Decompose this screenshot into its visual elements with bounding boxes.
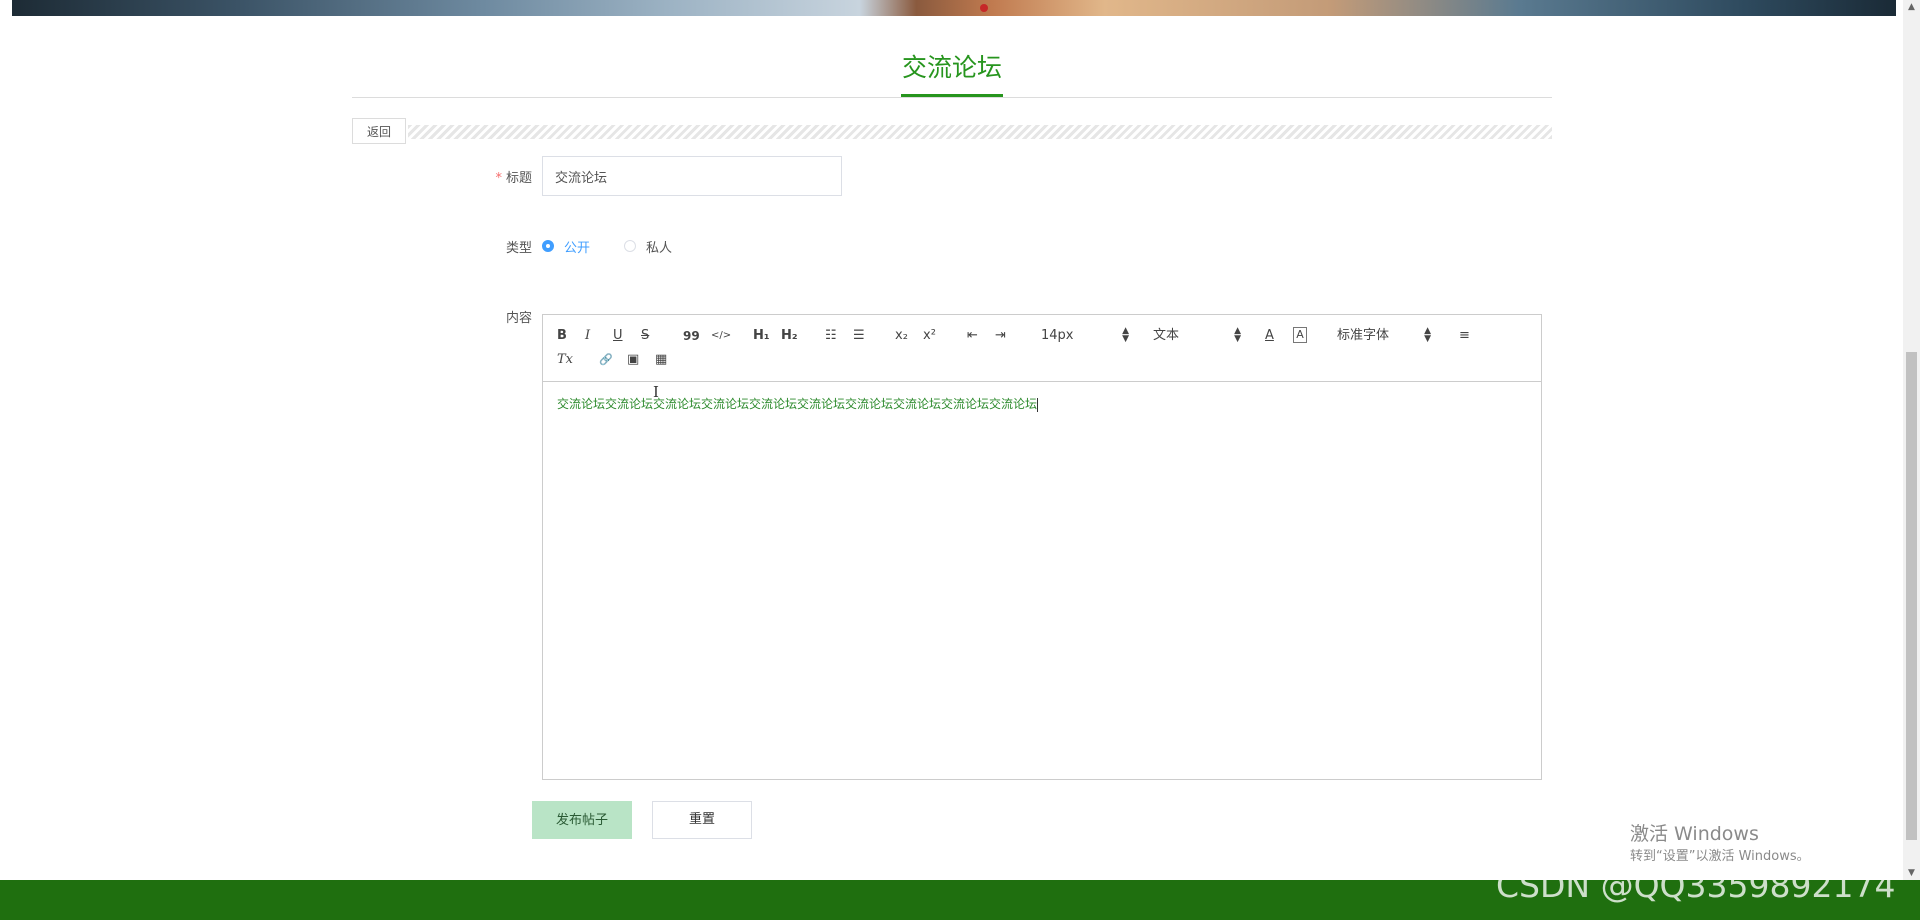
video-icon[interactable]: ▦ — [655, 351, 667, 369]
rich-text-editor: B I U S 99 </> H₁ H₂ ☷ ☰ x₂ x² ⇤ ⇥ 14px … — [542, 314, 1542, 780]
align-icon[interactable]: ≡ — [1459, 327, 1470, 345]
bullet-list-icon[interactable]: ☰ — [853, 327, 865, 345]
back-button[interactable]: 返回 — [352, 118, 406, 144]
top-banner-image — [12, 0, 1896, 16]
decorative-stripe — [408, 125, 1552, 139]
link-icon[interactable]: 🔗 — [599, 351, 613, 369]
heading1-button[interactable]: H₁ — [753, 327, 770, 345]
radio-public[interactable]: 公开 — [542, 236, 590, 256]
scrollbar-thumb[interactable] — [1906, 352, 1917, 840]
publish-post-button[interactable]: 发布帖子 — [532, 801, 632, 839]
italic-button[interactable]: I — [585, 327, 590, 345]
editor-content-area[interactable]: 交流论坛交流论坛交流论坛交流论坛交流论坛交流论坛交流论坛交流论坛交流论坛交流论坛 — [557, 395, 1039, 412]
font-family-select[interactable]: 标准字体 ▲ ▼ — [1337, 327, 1431, 345]
csdn-watermark: CSDN @QQ3359892174 — [1496, 866, 1896, 905]
ordered-list-icon[interactable]: ☷ — [825, 327, 837, 345]
page-title-underline — [901, 94, 1003, 97]
windows-activation-subtitle: 转到“设置”以激活 Windows。 — [1630, 849, 1810, 864]
scroll-up-arrow-icon[interactable]: ▲ — [1903, 0, 1920, 14]
radio-private[interactable]: 私人 — [624, 236, 672, 256]
radio-public-circle[interactable] — [542, 240, 554, 252]
clear-format-icon[interactable]: Tx — [557, 351, 573, 369]
select-arrows-icon: ▲ ▼ — [1424, 326, 1431, 344]
font-size-value: 14px — [1041, 328, 1074, 343]
scroll-down-arrow-icon[interactable]: ▼ — [1903, 866, 1920, 880]
mouse-ibeam-cursor-icon: I — [653, 383, 659, 401]
heading2-button[interactable]: H₂ — [781, 327, 798, 345]
radio-private-circle[interactable] — [624, 240, 636, 252]
required-mark: * — [495, 171, 502, 186]
font-family-value: 标准字体 — [1337, 328, 1390, 343]
radio-private-label: 私人 — [646, 240, 673, 256]
text-color-icon[interactable]: A — [1265, 327, 1274, 345]
banner-decoration — [980, 4, 988, 12]
editor-toolbar: B I U S 99 </> H₁ H₂ ☷ ☰ x₂ x² ⇤ ⇥ 14px … — [543, 315, 1541, 382]
background-color-icon[interactable]: A — [1293, 327, 1307, 343]
blockquote-button[interactable]: 99 — [683, 327, 700, 345]
header-value: 文本 — [1153, 328, 1180, 343]
windows-activation-title: 激活 Windows — [1630, 823, 1759, 845]
windows-activation-watermark: 激活 Windows 转到“设置”以激活 Windows。 — [1630, 822, 1810, 866]
reset-button[interactable]: 重置 — [652, 801, 752, 839]
strike-button[interactable]: S — [641, 327, 649, 345]
select-arrows-icon: ▲ ▼ — [1234, 326, 1241, 344]
title-input[interactable] — [542, 156, 842, 196]
indent-icon[interactable]: ⇥ — [995, 327, 1006, 345]
superscript-button[interactable]: x² — [923, 327, 936, 345]
page-scrollbar[interactable]: ▲ ▼ — [1903, 0, 1920, 880]
back-row: 返回 — [352, 118, 1552, 144]
outdent-icon[interactable]: ⇤ — [967, 327, 978, 345]
subscript-button[interactable]: x₂ — [895, 327, 908, 345]
header-select[interactable]: 文本 ▲ ▼ — [1153, 327, 1241, 345]
bold-button[interactable]: B — [557, 327, 567, 345]
type-label: 类型 — [505, 241, 532, 256]
radio-public-label: 公开 — [564, 240, 591, 256]
title-label: * 标题 — [495, 171, 532, 186]
underline-button[interactable]: U — [613, 327, 623, 345]
content-label: 内容 — [505, 311, 532, 326]
image-icon[interactable]: ▣ — [627, 351, 639, 369]
page-title: 交流论坛 — [902, 53, 1003, 82]
editor-text: 交流论坛交流论坛交流论坛交流论坛交流论坛交流论坛交流论坛交流论坛交流论坛交流论坛 — [557, 397, 1038, 411]
font-size-select[interactable]: 14px ▲ ▼ — [1041, 327, 1129, 345]
code-block-button[interactable]: </> — [711, 327, 731, 345]
page-header: 交流论坛 — [352, 50, 1552, 98]
select-arrows-icon: ▲ ▼ — [1122, 326, 1129, 344]
text-caret — [1037, 397, 1039, 412]
